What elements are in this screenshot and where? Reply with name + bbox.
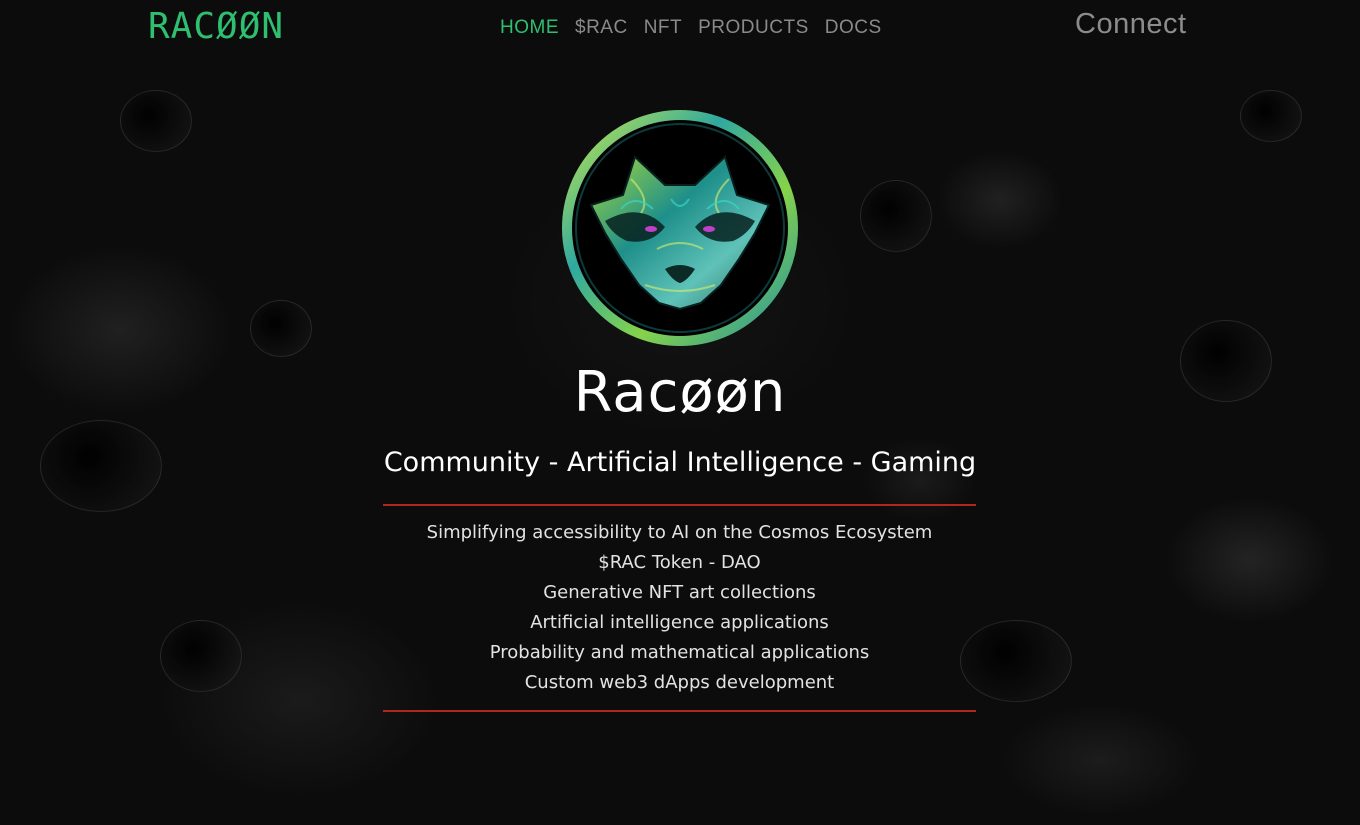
nav-item-nft[interactable]: NFT bbox=[644, 17, 682, 39]
divider-bottom bbox=[383, 710, 976, 712]
background-bubble bbox=[960, 620, 1072, 702]
background-bubble bbox=[250, 300, 312, 357]
raccoon-head-emblem-icon bbox=[561, 109, 799, 347]
background-bubble bbox=[160, 620, 242, 692]
nav-item-docs[interactable]: DOCS bbox=[825, 17, 882, 39]
nav-item-products[interactable]: PRODUCTS bbox=[698, 17, 809, 39]
nav-item-rac[interactable]: $RAC bbox=[575, 17, 628, 39]
divider-top bbox=[383, 504, 976, 506]
feature-item: Probability and mathematical application… bbox=[489, 642, 870, 663]
hero-subtitle: Community - Artificial Intelligence - Ga… bbox=[383, 447, 977, 478]
feature-item: $RAC Token - DAO bbox=[598, 552, 761, 573]
page-background: RACØØN HOME $RAC NFT PRODUCTS DOCS Conne… bbox=[0, 0, 1360, 825]
feature-item: Artificial intelligence applications bbox=[530, 612, 829, 633]
feature-list: Simplifying accessibility to AI on the C… bbox=[383, 518, 976, 698]
background-bubble bbox=[120, 90, 192, 152]
nav-item-home[interactable]: HOME bbox=[500, 17, 559, 39]
feature-item: Simplifying accessibility to AI on the C… bbox=[426, 522, 933, 543]
background-bubble bbox=[860, 180, 932, 252]
connect-wallet-button[interactable]: Connect bbox=[1075, 8, 1187, 41]
hero-title: Racøøn bbox=[573, 360, 787, 425]
background-bubble bbox=[1240, 90, 1302, 142]
feature-item: Custom web3 dApps development bbox=[524, 672, 835, 693]
main-nav: HOME $RAC NFT PRODUCTS DOCS bbox=[500, 17, 882, 39]
site-logo[interactable]: RACØØN bbox=[148, 6, 284, 47]
feature-item: Generative NFT art collections bbox=[543, 582, 816, 603]
